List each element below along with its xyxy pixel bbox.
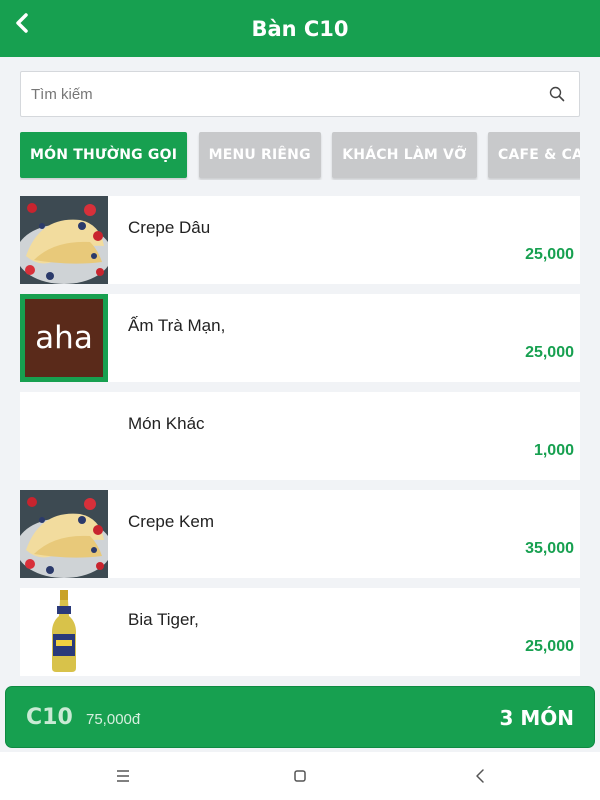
order-item-count: 3 MÓN [499, 706, 574, 730]
tab-khach-lam-vo[interactable]: KHÁCH LÀM VỠ [332, 132, 477, 178]
search-icon[interactable] [549, 86, 565, 102]
list-item[interactable]: aha Ấm Trà Mạn, 25,000 [20, 294, 580, 382]
item-price: 25,000 [525, 344, 574, 361]
page-title: Bàn C10 [251, 16, 349, 41]
list-item[interactable]: Crepe Dâu 25,000 [20, 196, 580, 284]
list-item[interactable]: Crepe Kem 35,000 [20, 490, 580, 578]
menu-item-list: Crepe Dâu 25,000 aha Ấm Trà Mạn, 25,000 … [20, 196, 580, 686]
item-name: Bia Tiger, [128, 610, 199, 629]
chevron-left-icon[interactable] [10, 10, 36, 36]
item-name: Món Khác [128, 414, 205, 433]
item-price: 35,000 [525, 540, 574, 557]
app-header: Bàn C10 [0, 0, 600, 57]
item-price: 1,000 [533, 442, 574, 459]
category-tabs: MÓN THƯỜNG GỌI MENU RIÊNG KHÁCH LÀM VỠ C… [20, 132, 580, 180]
tab-mon-thuong-goi[interactable]: MÓN THƯỜNG GỌI [20, 132, 188, 178]
search-input[interactable] [21, 72, 541, 116]
order-table: C10 [26, 705, 73, 730]
menu-icon[interactable] [113, 766, 133, 786]
item-price: 25,000 [525, 246, 574, 263]
crepe-image [20, 196, 108, 284]
item-name: Ấm Trà Mạn, [128, 316, 226, 335]
home-square-icon[interactable] [290, 766, 310, 786]
item-name: Crepe Dâu [128, 218, 211, 237]
search-box [20, 71, 580, 117]
order-summary-bar[interactable]: C10 75,000đ 3 MÓN [5, 686, 595, 748]
item-price: 25,000 [525, 638, 574, 655]
order-total: 75,000đ [86, 711, 141, 728]
beer-bottle-image [20, 588, 108, 676]
tab-menu-rieng[interactable]: MENU RIÊNG [198, 132, 321, 178]
item-name: Crepe Kem [128, 512, 214, 531]
tab-cafe[interactable]: CAFE & CAFE G [487, 132, 580, 178]
system-nav-bar [0, 752, 600, 800]
back-chevron-icon[interactable] [470, 766, 490, 786]
crepe-image [20, 490, 108, 578]
list-item[interactable]: Bia Tiger, 25,000 [20, 588, 580, 676]
aha-logo: aha [20, 294, 108, 382]
list-item[interactable]: Món Khác 1,000 [20, 392, 580, 480]
